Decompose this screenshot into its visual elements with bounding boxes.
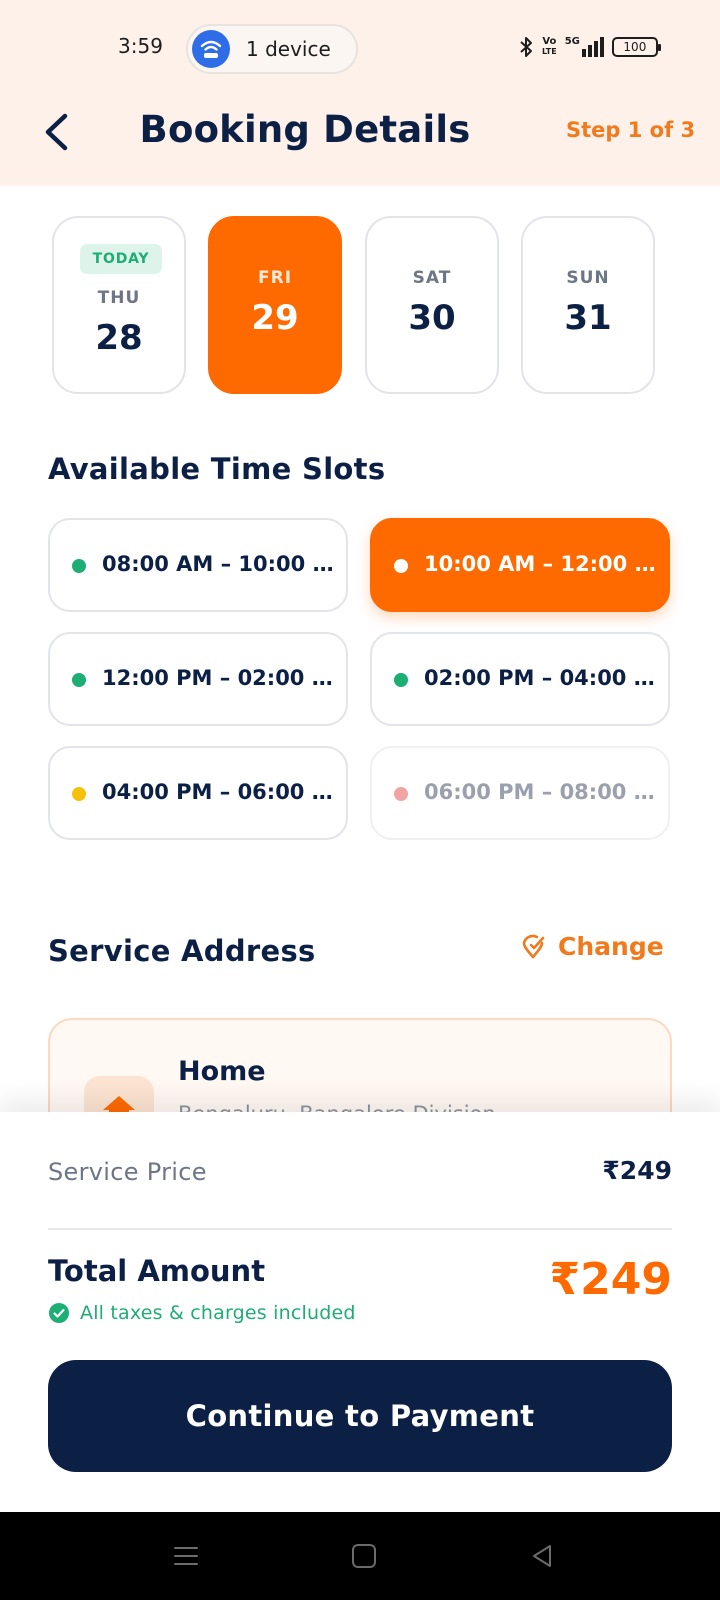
date-number: 29 [251, 298, 299, 338]
today-badge: TODAY [80, 244, 162, 274]
time-slot-6: 06:00 PM – 08:00 PM [370, 746, 670, 840]
date-number: 31 [564, 298, 612, 338]
service-address-title: Service Address [48, 934, 316, 968]
date-day: THU [97, 288, 141, 308]
hotspot-icon [192, 30, 230, 68]
hotspot-pill[interactable]: 1 device [186, 24, 358, 74]
tax-note-text: All taxes & charges included [80, 1302, 356, 1324]
check-circle-icon [49, 1303, 69, 1323]
home-square-icon[interactable] [350, 1542, 378, 1570]
availability-dot [72, 673, 86, 687]
date-card-fri[interactable]: FRI 29 [208, 216, 342, 394]
time-slot-5[interactable]: 04:00 PM – 06:00 PM [48, 746, 348, 840]
date-day: FRI [257, 268, 293, 288]
change-label: Change [558, 932, 664, 961]
menu-icon[interactable] [172, 1542, 200, 1570]
continue-to-payment-button[interactable]: Continue to Payment [48, 1360, 672, 1472]
battery-icon: 100 [611, 37, 661, 57]
date-card-thu[interactable]: TODAY THU 28 [52, 216, 186, 394]
time-slot-4[interactable]: 02:00 PM – 04:00 PM [370, 632, 670, 726]
availability-dot [394, 787, 408, 801]
time-slot-label: 12:00 PM – 02:00 PM [102, 666, 342, 690]
status-bar: 3:59 1 device Vo LTE 5G 100 [0, 22, 720, 74]
payment-summary-sheet: Service Price ₹249 Total Amount All taxe… [0, 1112, 720, 1512]
date-number: 28 [95, 318, 143, 358]
divider [48, 1228, 672, 1230]
time-slots-title: Available Time Slots [48, 452, 386, 486]
availability-dot [72, 559, 86, 573]
availability-dot [394, 559, 408, 573]
step-indicator: Step 1 of 3 [566, 118, 696, 142]
volte-icon: Vo LTE [542, 36, 557, 57]
availability-dot [394, 673, 408, 687]
time-slot-3[interactable]: 12:00 PM – 02:00 PM [48, 632, 348, 726]
signal-icon: 5G [565, 37, 604, 57]
status-icons: Vo LTE 5G 100 [518, 34, 661, 60]
total-amount-value: ₹249 [549, 1254, 672, 1305]
date-card-sat[interactable]: SAT 30 [365, 216, 499, 394]
service-price-value: ₹249 [602, 1156, 672, 1185]
system-nav-bar [0, 1512, 720, 1600]
time-slot-label: 02:00 PM – 04:00 PM [424, 666, 664, 690]
date-card-sun[interactable]: SUN 31 [521, 216, 655, 394]
total-amount-label: Total Amount [48, 1254, 266, 1288]
header-area: 3:59 1 device Vo LTE 5G 100 Booking Deta… [0, 0, 720, 186]
time-slot-label: 10:00 AM – 12:00 PM [424, 552, 664, 576]
bluetooth-icon [520, 37, 532, 57]
edit-location-icon [522, 934, 545, 958]
time-slot-2[interactable]: 10:00 AM – 12:00 PM [370, 518, 670, 612]
time-slot-label: 04:00 PM – 06:00 PM [102, 780, 342, 804]
date-day: SUN [566, 268, 610, 288]
date-number: 30 [408, 298, 456, 338]
date-day: SAT [412, 268, 452, 288]
availability-dot [72, 787, 86, 801]
address-name: Home [178, 1056, 266, 1087]
status-time: 3:59 [118, 34, 163, 58]
page-title: Booking Details [139, 108, 471, 151]
time-slot-label: 06:00 PM – 08:00 PM [424, 780, 664, 804]
time-slot-label: 08:00 AM – 10:00 AM [102, 552, 342, 576]
tax-note: All taxes & charges included [48, 1302, 356, 1324]
service-price-label: Service Price [48, 1158, 207, 1186]
time-slot-1[interactable]: 08:00 AM – 10:00 AM [48, 518, 348, 612]
change-address-button[interactable]: Change [520, 932, 664, 961]
hotspot-label: 1 device [246, 37, 331, 61]
back-triangle-icon[interactable] [528, 1542, 556, 1570]
